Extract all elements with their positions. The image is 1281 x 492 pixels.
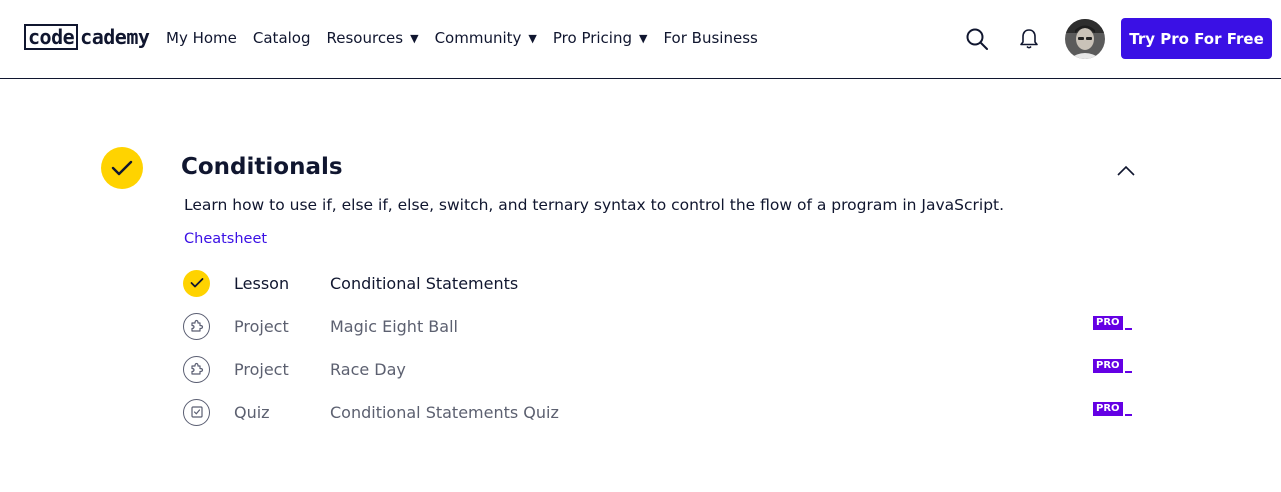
module-description: Learn how to use if, else if, else, swit… <box>184 196 1005 214</box>
chevron-up-icon[interactable] <box>1116 163 1136 177</box>
logo-code-box: code <box>24 24 79 50</box>
caret-down-icon: ▼ <box>639 31 648 45</box>
item-type: Quiz <box>234 402 270 422</box>
module-item-project[interactable]: Project Race Day PRO <box>183 355 1133 383</box>
item-type: Lesson <box>234 273 290 293</box>
caret-down-icon: ▼ <box>528 31 537 45</box>
pro-badge-label: PRO <box>1093 402 1123 416</box>
nav-pro-pricing-label: Pro Pricing <box>552 29 632 47</box>
bell-icon[interactable] <box>1019 28 1039 50</box>
module-title: Conditionals <box>181 154 343 180</box>
module-item-project[interactable]: Project Magic Eight Ball PRO <box>183 312 1133 340</box>
nav-resources[interactable]: Resources ▼ <box>327 29 419 47</box>
main-nav: My Home Catalog Resources ▼ Community ▼ Pr… <box>166 29 774 47</box>
nav-for-business[interactable]: For Business <box>663 29 757 47</box>
item-name: Race Day <box>330 359 406 379</box>
pro-badge-underscore <box>1124 414 1132 416</box>
module-item-lesson[interactable]: Lesson Conditional Statements <box>183 269 1133 297</box>
pro-badge-label: PRO <box>1093 359 1123 373</box>
quiz-icon <box>183 398 210 426</box>
module-item-quiz[interactable]: Quiz Conditional Statements Quiz PRO <box>183 398 1133 426</box>
nav-community[interactable]: Community ▼ <box>435 29 537 47</box>
nav-pro-pricing[interactable]: Pro Pricing ▼ <box>553 29 648 47</box>
pro-badge-label: PRO <box>1093 316 1123 330</box>
pro-badge: PRO <box>1093 400 1132 416</box>
search-icon[interactable] <box>966 28 988 50</box>
codecademy-logo[interactable]: code cademy <box>24 24 150 50</box>
pro-badge-underscore <box>1124 371 1132 373</box>
try-pro-button[interactable]: Try Pro For Free <box>1121 18 1272 59</box>
pro-badge-underscore <box>1124 328 1132 330</box>
user-avatar[interactable] <box>1065 19 1105 59</box>
item-type: Project <box>234 316 289 336</box>
pro-badge: PRO <box>1093 314 1132 330</box>
nav-my-home[interactable]: My Home <box>166 29 237 47</box>
nav-my-home-label: My Home <box>166 29 237 47</box>
nav-resources-label: Resources <box>326 29 404 47</box>
nav-catalog[interactable]: Catalog <box>253 29 311 47</box>
puzzle-icon <box>183 312 210 340</box>
logo-cademy-text: cademy <box>80 25 150 49</box>
item-name: Conditional Statements Quiz <box>330 402 559 422</box>
module-complete-check-icon <box>101 147 143 189</box>
nav-for-business-label: For Business <box>663 29 758 47</box>
item-name: Conditional Statements <box>330 273 519 293</box>
top-navbar: code cademy My Home Catalog Resources ▼ Co… <box>0 0 1281 79</box>
nav-community-label: Community <box>434 29 522 47</box>
item-type: Project <box>234 359 289 379</box>
cheatsheet-link[interactable]: Cheatsheet <box>184 231 267 247</box>
pro-badge: PRO <box>1093 357 1132 373</box>
puzzle-icon <box>183 355 210 383</box>
check-icon <box>183 269 210 297</box>
caret-down-icon: ▼ <box>410 31 419 45</box>
nav-catalog-label: Catalog <box>252 29 311 47</box>
item-name: Magic Eight Ball <box>330 316 458 336</box>
